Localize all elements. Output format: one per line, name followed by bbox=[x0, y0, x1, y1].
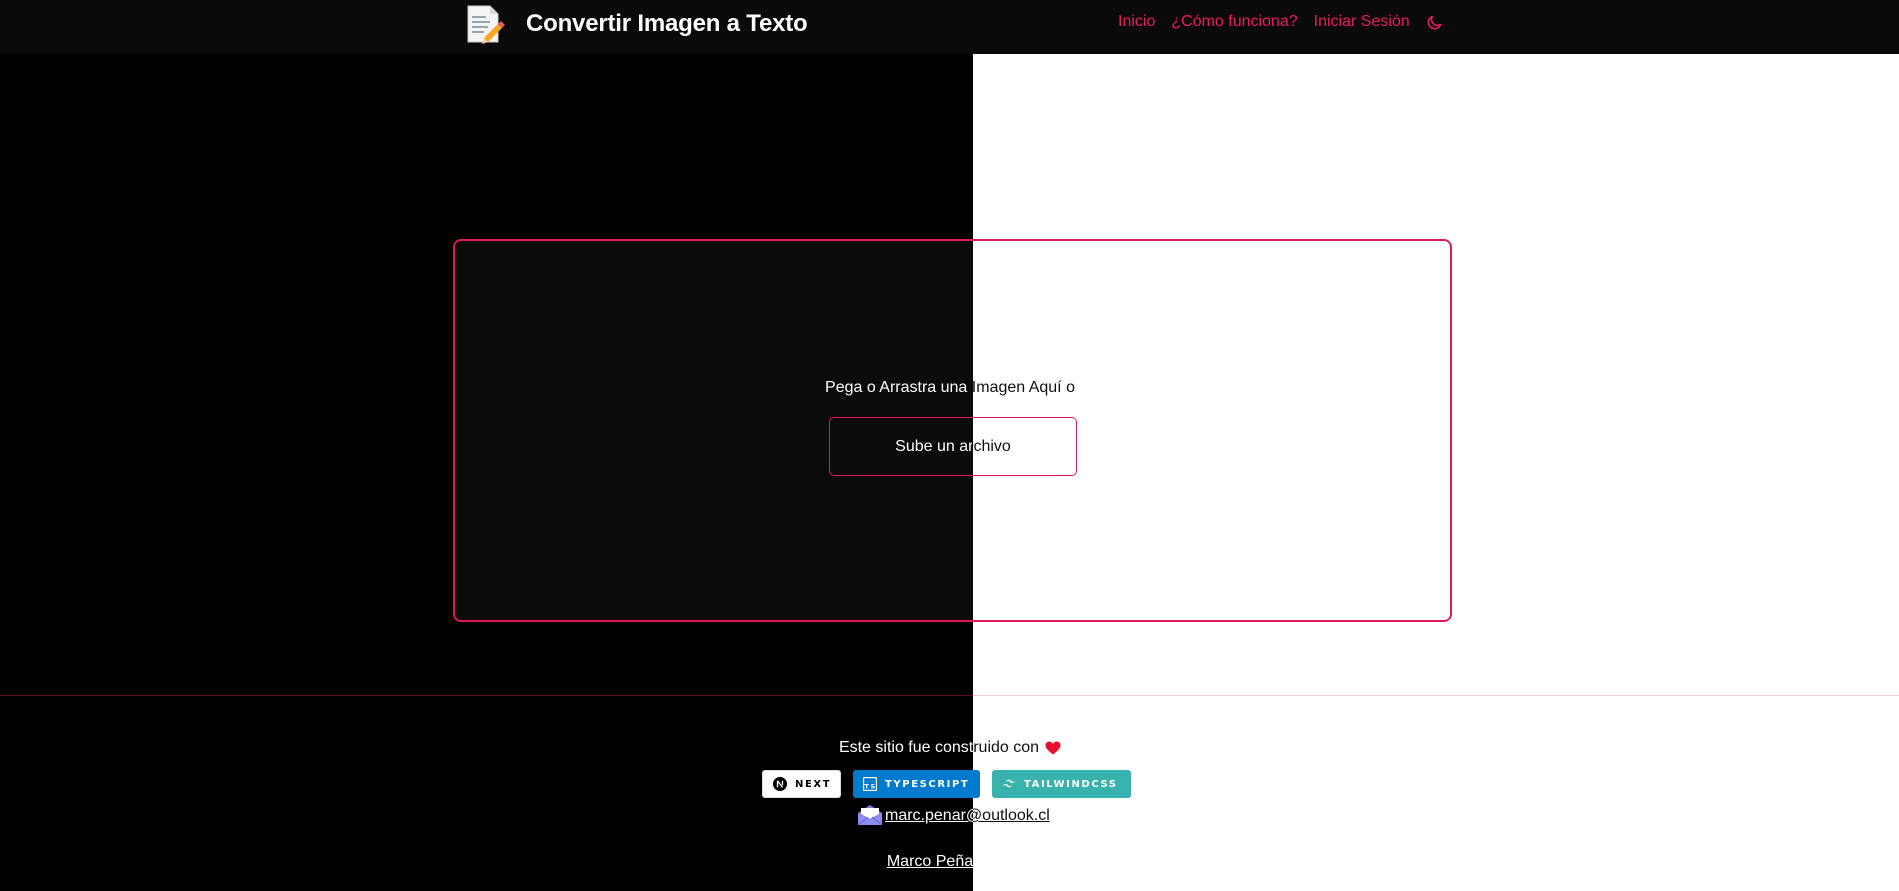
copyright-link[interactable]: Marco Peña 2024 bbox=[880, 850, 1020, 874]
email-link[interactable]: marc.penar@outlook.cl marc.penar@outlook… bbox=[885, 804, 1075, 828]
copyright-text: Marco Peña 2024 bbox=[886, 853, 1014, 870]
upload-file-button[interactable]: Sube un archivo Sube un archivo bbox=[829, 417, 1077, 476]
svg-text:TS: TS bbox=[864, 783, 876, 791]
tailwind-icon bbox=[1002, 779, 1016, 788]
nav-item-inicio[interactable]: Inicio bbox=[1118, 13, 1155, 31]
contact-email-row: marc.penar@outlook.cl marc.penar@outlook… bbox=[857, 804, 1077, 828]
nav-item-iniciar-sesion[interactable]: Iniciar Sesión bbox=[1314, 13, 1410, 31]
brand[interactable]: Convertir Imagen a Texto bbox=[462, 2, 808, 46]
tech-badges: NEXT TS TYPESCRIPT TAILWINDCSS bbox=[762, 770, 1131, 798]
typescript-icon: TS bbox=[863, 777, 877, 791]
footer-divider bbox=[0, 695, 973, 696]
tailwind-badge-label: TAILWINDCSS bbox=[1024, 778, 1118, 790]
nextjs-badge-label: NEXT bbox=[795, 778, 832, 790]
main-nav: Inicio ¿Cómo funciona? Iniciar Sesión bbox=[1118, 11, 1444, 33]
envelope-icon bbox=[857, 805, 883, 826]
typescript-badge-label: TYPESCRIPT bbox=[885, 778, 970, 790]
nextjs-icon bbox=[773, 777, 787, 791]
dropzone-prompt: Pega o Arrastra una Imagen Aquí o Pega o… bbox=[800, 376, 1100, 400]
tailwind-badge[interactable]: TAILWINDCSS bbox=[992, 770, 1131, 798]
memo-icon bbox=[467, 5, 505, 44]
moon-icon[interactable] bbox=[1426, 13, 1444, 31]
heart-icon-overlay bbox=[1045, 741, 1061, 755]
typescript-badge[interactable]: TS TYPESCRIPT bbox=[853, 770, 980, 798]
nextjs-badge[interactable]: NEXT bbox=[762, 770, 841, 798]
app-title: Convertir Imagen a Texto bbox=[526, 10, 808, 37]
top-navbar: Convertir Imagen a Texto Inicio ¿Cómo fu… bbox=[0, 0, 1899, 54]
built-with-text: Este sitio fue construido con Este sitio… bbox=[780, 736, 1120, 760]
footer-divider-light bbox=[973, 695, 1899, 696]
nav-item-como-funciona[interactable]: ¿Cómo funciona? bbox=[1171, 13, 1297, 31]
